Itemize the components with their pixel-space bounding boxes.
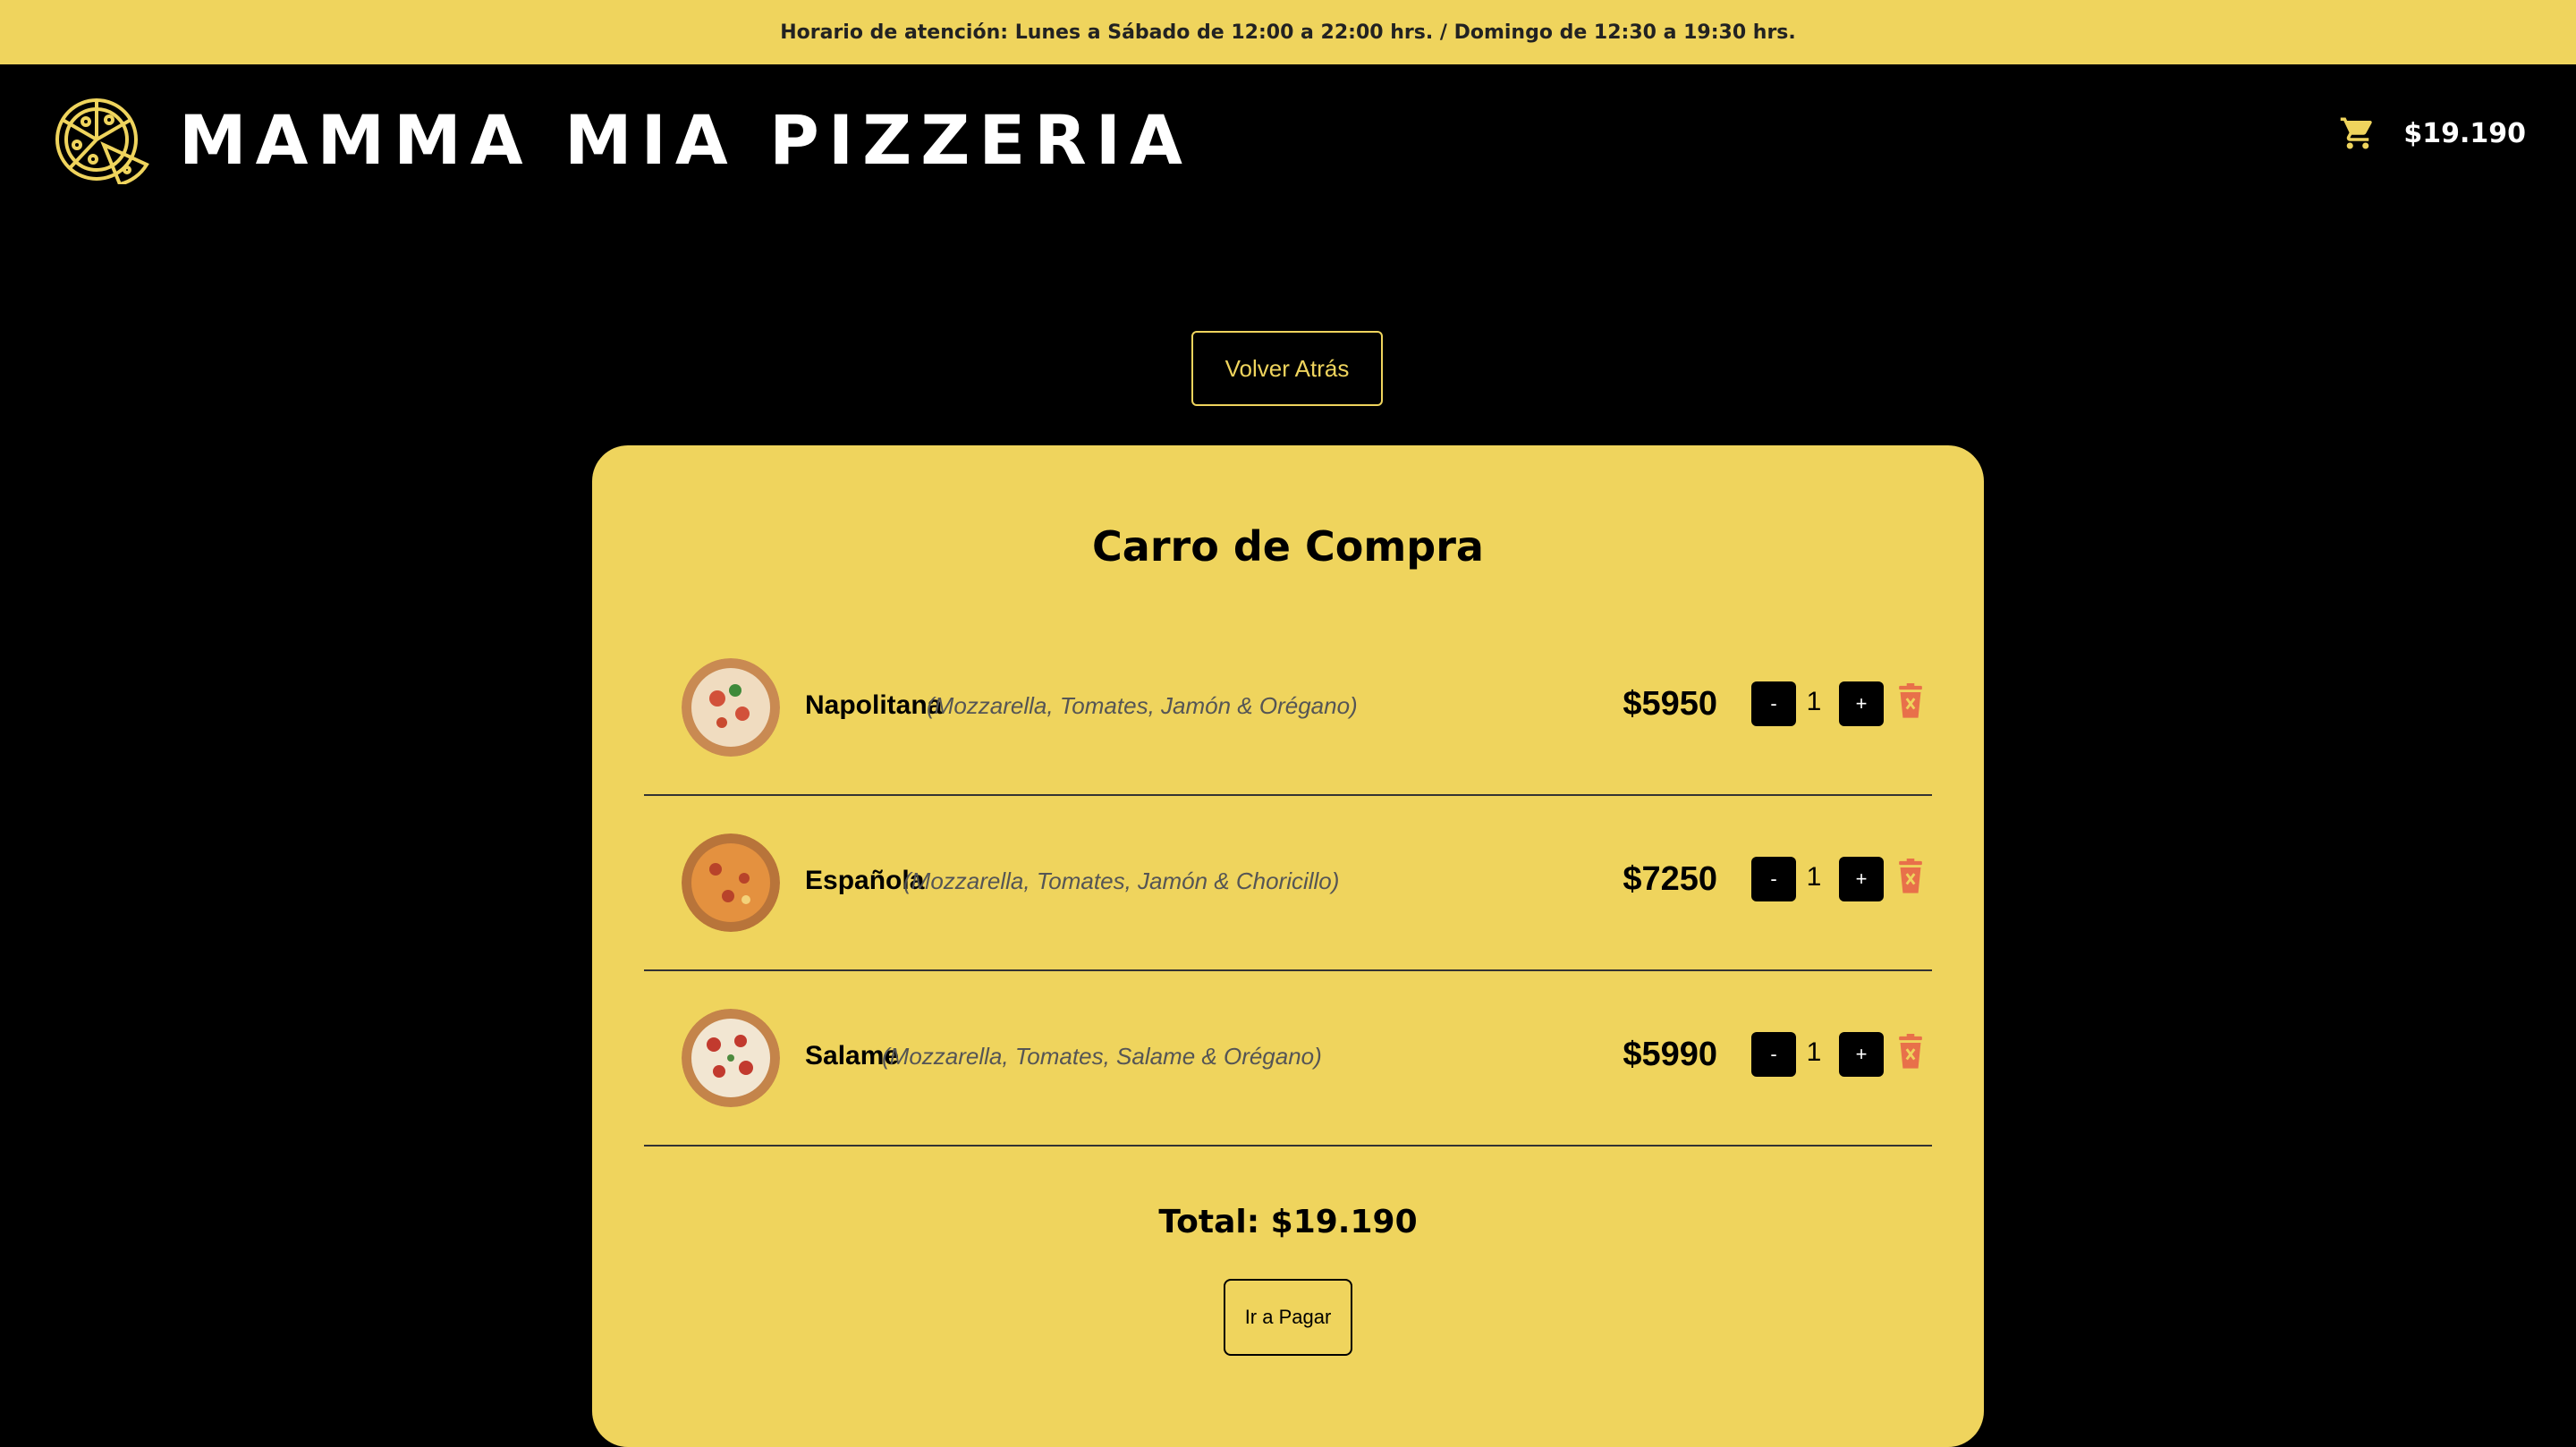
item-description: (Mozzarella, Tomates, Salame & Orégano) <box>882 1043 1322 1070</box>
trash-icon[interactable] <box>1894 859 1927 894</box>
item-quantity: 1 <box>1806 862 1822 892</box>
item-name: Napolitana <box>805 690 943 720</box>
cart-panel: Carro de Compra Napolitana (Mozzarella, … <box>592 445 1984 1447</box>
decrease-quantity-button[interactable]: - <box>1751 857 1796 901</box>
increase-quantity-button[interactable]: + <box>1839 1032 1884 1077</box>
cart-title: Carro de Compra <box>1092 522 1484 571</box>
checkout-button[interactable]: Ir a Pagar <box>1224 1279 1352 1356</box>
decrease-quantity-button[interactable]: - <box>1751 681 1796 726</box>
pizza-image <box>682 658 780 757</box>
cart-item: Española (Mozzarella, Tomates, Jamón & C… <box>644 796 1932 971</box>
cart-total-summary: Total: $19.190 <box>1158 1204 1418 1240</box>
trash-icon[interactable] <box>1894 683 1927 719</box>
back-button[interactable]: Volver Atrás <box>1191 331 1383 406</box>
pizza-image <box>682 1009 780 1107</box>
cart-item: Salame (Mozzarella, Tomates, Salame & Or… <box>644 971 1932 1147</box>
increase-quantity-button[interactable]: + <box>1839 681 1884 726</box>
site-title[interactable]: MAMMA MIA PIZZERIA <box>179 102 1191 179</box>
cart-item: Napolitana (Mozzarella, Tomates, Jamón &… <box>644 621 1932 796</box>
item-price: $5990 <box>1623 1036 1717 1073</box>
item-description: (Mozzarella, Tomates, Jamón & Choricillo… <box>903 867 1340 894</box>
schedule-banner: Horario de atención: Lunes a Sábado de 1… <box>0 0 2576 64</box>
site-header: MAMMA MIA PIZZERIA $19.190 <box>0 64 2576 215</box>
trash-icon[interactable] <box>1894 1034 1927 1070</box>
item-quantity: 1 <box>1806 687 1822 716</box>
item-price: $5950 <box>1623 685 1717 723</box>
pizza-image <box>682 834 780 932</box>
pizza-icon[interactable] <box>50 95 150 187</box>
increase-quantity-button[interactable]: + <box>1839 857 1884 901</box>
item-quantity: 1 <box>1806 1037 1822 1067</box>
cart-icon <box>2341 117 2373 149</box>
schedule-text: Horario de atención: Lunes a Sábado de 1… <box>780 21 1796 44</box>
cart-link[interactable]: $19.190 <box>2339 114 2526 152</box>
cart-total: $19.190 <box>2403 117 2526 149</box>
decrease-quantity-button[interactable]: - <box>1751 1032 1796 1077</box>
item-price: $7250 <box>1623 860 1717 898</box>
item-description: (Mozzarella, Tomates, Jamón & Orégano) <box>927 692 1358 719</box>
